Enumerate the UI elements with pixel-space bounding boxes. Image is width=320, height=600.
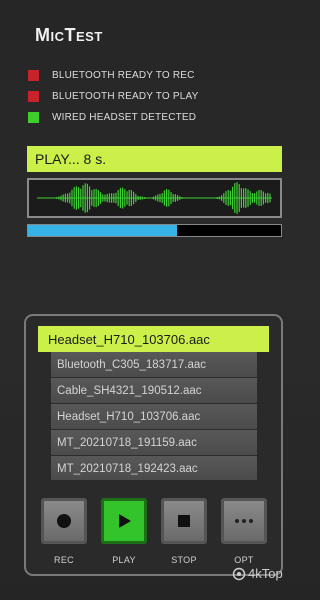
rec-button[interactable] [41,498,87,544]
list-item[interactable]: MT_20210718_191159.aac [51,430,257,456]
app-title: MicTest [35,25,103,45]
status-led-icon [28,69,39,81]
more-icon [235,519,253,523]
file-name: Bluetooth_C305_183717.aac [57,358,206,371]
status-led-icon [28,90,39,102]
file-name: Cable_SH4321_190512.aac [57,384,202,397]
status-led-icon [28,111,39,123]
file-name: MT_20210718_191159.aac [57,436,197,449]
play-label: PLAY [112,555,136,565]
status-bluetooth-play: BLUETOOTH READY TO PLAY [28,89,199,103]
watermark-text: 4kTop [248,566,283,581]
stop-button[interactable] [161,498,207,544]
playback-status-text: PLAY... 8 s. [35,151,107,167]
playback-status-bar: PLAY... 8 s. [27,146,282,172]
status-label: BLUETOOTH READY TO REC [52,69,195,81]
rec-label: REC [54,555,74,565]
selected-file[interactable]: Headset_H710_103706.aac [38,326,269,352]
selected-file-name: Headset_H710_103706.aac [48,331,210,347]
file-list[interactable]: Bluetooth_C305_183717.aac Cable_SH4321_1… [51,352,257,480]
list-item[interactable]: Headset_H710_103706.aac [51,404,257,430]
waveform-display [27,178,282,218]
status-wired-headset: WIRED HEADSET DETECTED [28,110,196,124]
status-label: BLUETOOTH READY TO PLAY [52,90,199,102]
opt-button[interactable] [221,498,267,544]
list-item[interactable]: Cable_SH4321_190512.aac [51,378,257,404]
opt-label: OPT [234,555,254,565]
play-icon [119,514,131,528]
stop-label: STOP [171,555,197,565]
watermark: 4kTop [232,566,283,581]
stop-icon [178,515,190,527]
waveform-graphic [37,182,272,214]
record-icon [57,514,71,528]
status-label: WIRED HEADSET DETECTED [52,111,197,123]
status-bluetooth-rec: BLUETOOTH READY TO REC [28,68,195,82]
file-name: MT_20210718_192423.aac [57,462,198,475]
file-name: Headset_H710_103706.aac [57,410,201,423]
gear-icon [232,567,246,580]
playback-progress-bar[interactable] [27,224,282,237]
play-button[interactable] [101,498,147,544]
playback-progress-fill [28,225,178,236]
list-item[interactable]: MT_20210718_192423.aac [51,456,257,480]
list-item[interactable]: Bluetooth_C305_183717.aac [51,352,257,378]
